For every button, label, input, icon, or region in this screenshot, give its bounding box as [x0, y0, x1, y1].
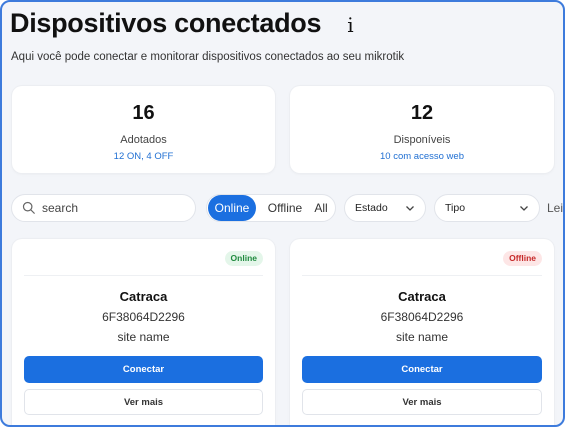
page-title: Dispositivos conectados	[10, 8, 322, 38]
see-more-button[interactable]: Ver mais	[302, 389, 542, 415]
connect-button[interactable]: Conectar	[302, 356, 542, 383]
search-box[interactable]	[11, 194, 196, 222]
stat-card-adopted: 16 Adotados 12 ON, 4 OFF	[12, 86, 275, 173]
card-divider	[302, 275, 542, 276]
stat-subtext: 10 com acesso web	[380, 151, 464, 162]
leitor-filter-clipped[interactable]: Leit	[547, 201, 563, 215]
status-badge: Offline	[503, 251, 542, 266]
stat-label: Disponíveis	[393, 134, 451, 146]
card-divider	[24, 275, 263, 276]
see-more-button[interactable]: Ver mais	[24, 389, 263, 415]
device-site: site name	[117, 330, 170, 344]
status-segmented-control: Online Offline All	[206, 194, 336, 222]
app-window: Dispositivos conectados i Aqui você pode…	[0, 0, 565, 427]
device-name: Catraca	[119, 289, 168, 304]
chevron-down-icon	[520, 206, 528, 211]
device-name: Catraca	[398, 289, 446, 304]
device-site: site name	[395, 330, 449, 344]
info-icon[interactable]: i	[347, 13, 353, 37]
stat-label: Adotados	[120, 134, 167, 146]
stat-subtext: 12 ON, 4 OFF	[113, 151, 174, 162]
segment-offline[interactable]: Offline	[262, 195, 308, 221]
device-card: Offline Catraca 6F38064D2296 site name C…	[290, 239, 554, 425]
segment-online[interactable]: Online	[208, 195, 256, 221]
stat-value: 12	[410, 102, 434, 124]
tipo-select-label: Tipo	[445, 202, 466, 214]
chevron-down-icon	[406, 206, 414, 211]
device-serial: 6F38064D2296	[380, 310, 464, 324]
estado-select-label: Estado	[355, 202, 388, 214]
device-serial: 6F38064D2296	[102, 310, 185, 324]
device-card: Online Catraca 6F38064D2296 site name Co…	[12, 239, 275, 425]
search-icon	[22, 201, 35, 214]
status-badge: Online	[224, 251, 263, 266]
header: Dispositivos conectados i	[10, 8, 354, 39]
page-subtitle: Aqui você pode conectar e monitorar disp…	[11, 51, 405, 63]
estado-select[interactable]: Estado	[344, 194, 426, 222]
tipo-select[interactable]: Tipo	[434, 194, 540, 222]
connect-button[interactable]: Conectar	[24, 356, 263, 383]
stat-value: 16	[132, 102, 155, 124]
segment-all[interactable]: All	[308, 195, 334, 221]
search-input[interactable]	[42, 201, 182, 215]
stat-card-available: 12 Disponíveis 10 com acesso web	[290, 86, 554, 173]
